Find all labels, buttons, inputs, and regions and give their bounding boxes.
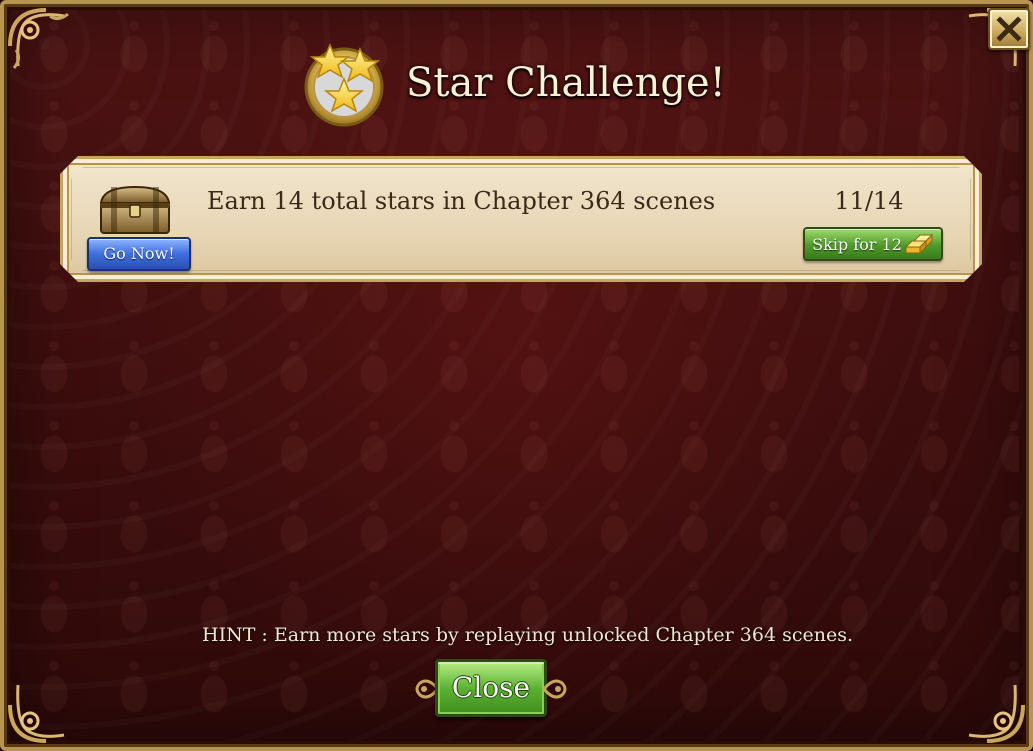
corner-ornament-top-left: [8, 8, 69, 69]
star-challenge-dialog: Star Challenge! Go Now! Earn 14 total st…: [0, 0, 1033, 751]
treasure-chest-icon: [97, 181, 173, 237]
corner-ornament-bottom-left: [8, 684, 65, 743]
skip-button[interactable]: Skip for 12: [803, 227, 943, 261]
dialog-title: Star Challenge!: [406, 60, 726, 106]
hint-text: HINT : Earn more stars by replaying unlo…: [202, 624, 853, 646]
gold-bars-icon: [904, 233, 934, 255]
close-x-icon: [996, 16, 1022, 42]
dialog-header: Star Challenge!: [300, 38, 726, 128]
star-medal-icon: [304, 43, 384, 127]
close-dialog-button[interactable]: [988, 8, 1030, 50]
corner-ornament-bottom-right: [968, 684, 1025, 743]
skip-label: Skip for 12: [812, 234, 902, 254]
task-description: Earn 14 total stars in Chapter 364 scene…: [207, 187, 716, 215]
close-button[interactable]: Close: [435, 659, 547, 717]
task-progress: 11/14: [834, 187, 904, 215]
close-button-group: Close: [414, 659, 568, 719]
flourish-right-icon: [542, 679, 567, 699]
challenge-task-card: Go Now! Earn 14 total stars in Chapter 3…: [60, 156, 982, 282]
go-now-button[interactable]: Go Now!: [87, 237, 191, 271]
